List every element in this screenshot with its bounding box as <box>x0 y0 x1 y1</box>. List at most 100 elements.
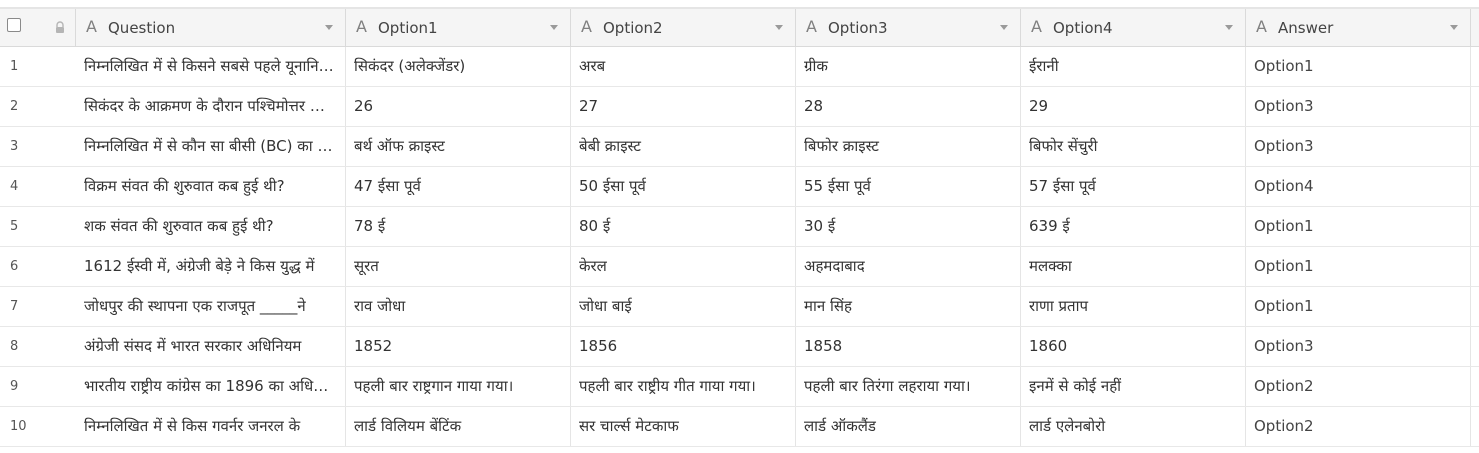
cell-question[interactable]: निम्नलिखित में से किस गवर्नर जनरल के <box>76 407 346 446</box>
cell-option4[interactable]: ईरानी <box>1021 47 1246 86</box>
table-row[interactable]: 4 विक्रम संवत की शुरुवात कब हुई थी? 47 ईसा… <box>0 167 1479 207</box>
column-menu-caret-icon[interactable] <box>1225 25 1233 30</box>
table-row[interactable]: 10 निम्नलिखित में से किस गवर्नर जनरल के ला… <box>0 407 1479 447</box>
cell-question[interactable]: सिकंदर के आक्रमण के दौरान पश्चिमोत्तर भा… <box>76 87 346 126</box>
cell-option4[interactable]: 639 ई <box>1021 207 1246 246</box>
cell-option2[interactable]: पहली बार राष्ट्रीय गीत गाया गया। <box>571 367 796 406</box>
table-row[interactable]: 5 शक संवत की शुरुवात कब हुई थी? 78 ई 80 ई 30… <box>0 207 1479 247</box>
cell-option1[interactable]: पहली बार राष्ट्रगान गाया गया। <box>346 367 571 406</box>
column-header-option1[interactable]: A Option1 <box>346 9 571 46</box>
cell-option1[interactable]: 47 ईसा पूर्व <box>346 167 571 206</box>
cell-option3[interactable]: मान सिंह <box>796 287 1021 326</box>
row-number-cell[interactable]: 10 <box>0 407 46 446</box>
cell-option4[interactable]: इनमें से कोई नहीं <box>1021 367 1246 406</box>
cell-option1[interactable]: 78 ई <box>346 207 571 246</box>
cell-option1[interactable]: सिकंदर (अलेक्जेंडर) <box>346 47 571 86</box>
cell-question[interactable]: 1612 ईस्वी में, अंग्रेजी बेड़े ने किस यु… <box>76 247 346 286</box>
cell-option3[interactable]: 28 <box>796 87 1021 126</box>
column-menu-caret-icon[interactable] <box>550 25 558 30</box>
cell-option3[interactable]: बिफोर क्राइस्ट <box>796 127 1021 166</box>
cell-option2[interactable]: बेबी क्राइस्ट <box>571 127 796 166</box>
row-number-cell[interactable]: 3 <box>0 127 46 166</box>
cell-option3[interactable]: लार्ड ऑकलैंड <box>796 407 1021 446</box>
cell-answer[interactable]: Option1 <box>1246 287 1471 326</box>
row-number-cell[interactable]: 1 <box>0 47 46 86</box>
row-number-cell[interactable]: 8 <box>0 327 46 366</box>
column-menu-caret-icon[interactable] <box>1000 25 1008 30</box>
cell-question[interactable]: विक्रम संवत की शुरुवात कब हुई थी? <box>76 167 346 206</box>
cell-option1[interactable]: बर्थ ऑफ क्राइस्ट <box>346 127 571 166</box>
table-row[interactable]: 2 सिकंदर के आक्रमण के दौरान पश्चिमोत्तर भ… <box>0 87 1479 127</box>
cell-option3[interactable]: पहली बार तिरंगा लहराया गया। <box>796 367 1021 406</box>
cell-question[interactable]: शक संवत की शुरुवात कब हुई थी? <box>76 207 346 246</box>
cell-answer[interactable]: Option1 <box>1246 47 1471 86</box>
cell-option1[interactable]: लार्ड विलियम बेंटिंक <box>346 407 571 446</box>
select-all-checkbox[interactable] <box>7 18 21 32</box>
cell-question[interactable]: भारतीय राष्ट्रीय कांग्रेस का 1896 का अधि… <box>76 367 346 406</box>
column-header-option4[interactable]: A Option4 <box>1021 9 1246 46</box>
cell-option3[interactable]: 1858 <box>796 327 1021 366</box>
row-tail <box>1471 367 1479 406</box>
row-number-cell[interactable]: 9 <box>0 367 46 406</box>
cell-answer[interactable]: Option4 <box>1246 167 1471 206</box>
cell-answer[interactable]: Option2 <box>1246 367 1471 406</box>
table-row[interactable]: 1 निम्नलिखित में से किसने सबसे पहले यूनान… <box>0 47 1479 87</box>
cell-question[interactable]: जोधपुर की स्थापना एक राजपूत _____ने <box>76 287 346 326</box>
cell-option1[interactable]: 26 <box>346 87 571 126</box>
cell-option4[interactable]: बिफोर सेंचुरी <box>1021 127 1246 166</box>
column-menu-caret-icon[interactable] <box>775 25 783 30</box>
cell-option3[interactable]: ग्रीक <box>796 47 1021 86</box>
cell-option2[interactable]: 1856 <box>571 327 796 366</box>
cell-option2[interactable]: जोधा बाई <box>571 287 796 326</box>
cell-text: ईरानी <box>1029 57 1059 75</box>
row-number-cell[interactable]: 5 <box>0 207 46 246</box>
table-row[interactable]: 9 भारतीय राष्ट्रीय कांग्रेस का 1896 का अध… <box>0 367 1479 407</box>
row-number-cell[interactable]: 6 <box>0 247 46 286</box>
column-header-option3[interactable]: A Option3 <box>796 9 1021 46</box>
row-number-cell[interactable]: 4 <box>0 167 46 206</box>
row-tail <box>1471 407 1479 446</box>
cell-option2[interactable]: केरल <box>571 247 796 286</box>
cell-answer[interactable]: Option3 <box>1246 127 1471 166</box>
cell-option1[interactable]: 1852 <box>346 327 571 366</box>
cell-option2[interactable]: 80 ई <box>571 207 796 246</box>
cell-option4[interactable]: 1860 <box>1021 327 1246 366</box>
cell-option1[interactable]: सूरत <box>346 247 571 286</box>
cell-option4[interactable]: 29 <box>1021 87 1246 126</box>
cell-answer[interactable]: Option2 <box>1246 407 1471 446</box>
cell-question[interactable]: निम्नलिखित में से कौन सा बीसी (BC) का अर… <box>76 127 346 166</box>
column-header-question[interactable]: A Question <box>76 9 346 46</box>
column-header-answer[interactable]: A Answer <box>1246 9 1471 46</box>
column-menu-caret-icon[interactable] <box>1450 25 1458 30</box>
table-row[interactable]: 3 निम्नलिखित में से कौन सा बीसी (BC) का अ… <box>0 127 1479 167</box>
table-row[interactable]: 7 जोधपुर की स्थापना एक राजपूत _____ने राव … <box>0 287 1479 327</box>
cell-option3[interactable]: 55 ईसा पूर्व <box>796 167 1021 206</box>
cell-option4[interactable]: मलक्का <box>1021 247 1246 286</box>
row-number-cell[interactable]: 7 <box>0 287 46 326</box>
row-number-cell[interactable]: 2 <box>0 87 46 126</box>
column-menu-caret-icon[interactable] <box>325 25 333 30</box>
cell-option4[interactable]: लार्ड एलेनबोरो <box>1021 407 1246 446</box>
table-row[interactable]: 6 1612 ईस्वी में, अंग्रेजी बेड़े ने किस य… <box>0 247 1479 287</box>
data-grid: A Question A Option1 A Option2 A Option3… <box>0 0 1479 453</box>
cell-option2[interactable]: 50 ईसा पूर्व <box>571 167 796 206</box>
cell-option4[interactable]: राणा प्रताप <box>1021 287 1246 326</box>
cell-question[interactable]: अंग्रेजी संसद में भारत सरकार अधिनियम <box>76 327 346 366</box>
cell-answer[interactable]: Option1 <box>1246 207 1471 246</box>
table-row[interactable]: 8 अंग्रेजी संसद में भारत सरकार अधिनियम 185… <box>0 327 1479 367</box>
cell-option2[interactable]: अरब <box>571 47 796 86</box>
cell-option2[interactable]: 27 <box>571 87 796 126</box>
row-number: 5 <box>10 219 19 234</box>
cell-option3[interactable]: अहमदाबाद <box>796 247 1021 286</box>
cell-answer[interactable]: Option1 <box>1246 247 1471 286</box>
cell-answer[interactable]: Option3 <box>1246 327 1471 366</box>
cell-option2[interactable]: सर चार्ल्स मेटकाफ <box>571 407 796 446</box>
grid-header: A Question A Option1 A Option2 A Option3… <box>0 9 1479 47</box>
column-header-option2[interactable]: A Option2 <box>571 9 796 46</box>
cell-question[interactable]: निम्नलिखित में से किसने सबसे पहले यूनानि… <box>76 47 346 86</box>
header-select-cell[interactable] <box>0 9 46 46</box>
cell-option4[interactable]: 57 ईसा पूर्व <box>1021 167 1246 206</box>
cell-option3[interactable]: 30 ई <box>796 207 1021 246</box>
cell-answer[interactable]: Option3 <box>1246 87 1471 126</box>
cell-option1[interactable]: राव जोधा <box>346 287 571 326</box>
